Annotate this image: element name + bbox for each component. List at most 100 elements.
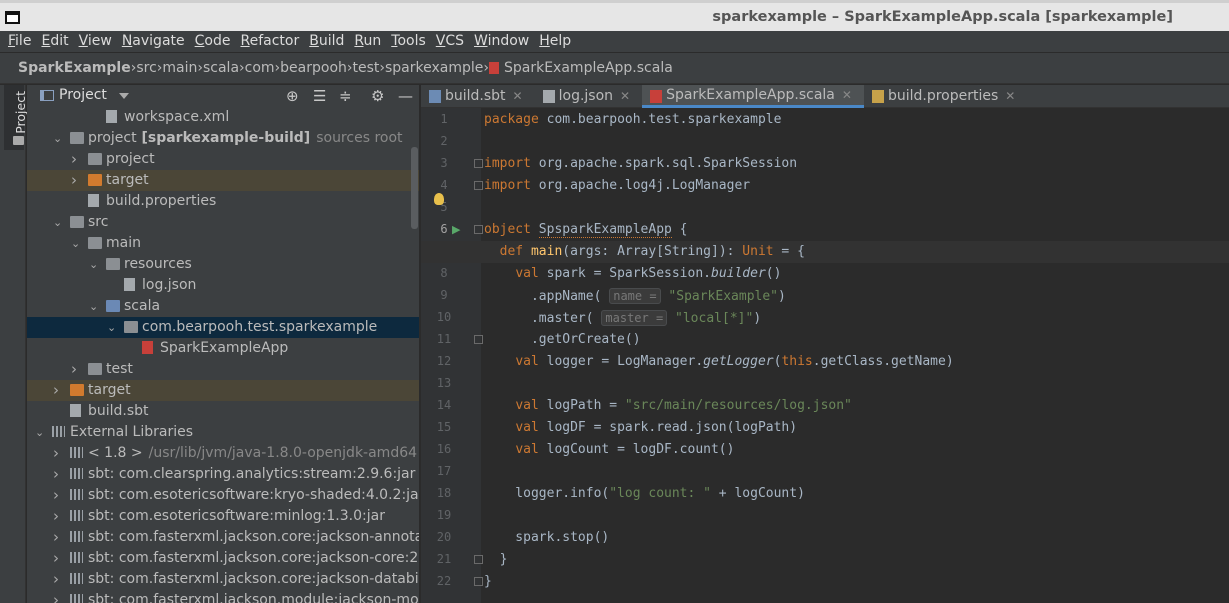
fold-marker-icon[interactable] <box>474 555 483 564</box>
view-dropdown-icon[interactable] <box>119 93 129 99</box>
editor-gutter: 12345678910111213141516171819202122▶▶ <box>421 108 483 603</box>
project-tool-window-tab[interactable]: Project <box>4 85 28 150</box>
window-menu-icon[interactable] <box>5 11 20 24</box>
editor-tab[interactable]: SparkExampleApp.scala ✕ <box>642 85 864 108</box>
tree-row[interactable]: build.properties <box>27 191 419 212</box>
tree-row[interactable]: › < 1.8 >/usr/lib/jvm/java-1.8.0-openjdk-… <box>27 443 419 464</box>
chevron-down-icon[interactable]: ⌄ <box>35 422 45 443</box>
tree-row[interactable]: ⌄ scala <box>27 296 419 317</box>
run-icon[interactable]: ▶ <box>452 223 460 236</box>
tree-row[interactable]: › target <box>27 170 419 191</box>
tree-row[interactable]: › sbt: com.fasterxml.jackson.core:jackson… <box>27 569 419 590</box>
code-editor[interactable]: package com.bearpooh.test.sparkexample im… <box>421 108 1229 603</box>
tree-row[interactable]: › sbt: com.esotericsoftware:minlog:1.3.0:… <box>27 506 419 527</box>
tree-row[interactable]: log.json <box>27 275 419 296</box>
fold-marker-icon[interactable] <box>474 577 483 586</box>
tree-row[interactable]: ⌄ main <box>27 233 419 254</box>
tree-row[interactable]: › test <box>27 359 419 380</box>
tree-row[interactable]: › project <box>27 149 419 170</box>
tree-row[interactable]: › sbt: com.fasterxml.jackson.module:jacks… <box>27 590 419 603</box>
library-icon <box>70 594 83 603</box>
left-tool-strip: Project <box>0 85 28 603</box>
fold-marker-icon[interactable] <box>474 335 483 344</box>
chevron-down-icon[interactable]: ⌄ <box>53 128 63 149</box>
menu-item[interactable]: Refactor <box>240 31 299 52</box>
chevron-right-icon[interactable]: › <box>71 359 81 380</box>
menu-item[interactable]: Build <box>309 31 344 52</box>
tree-row[interactable]: › sbt: com.esotericsoftware:kryo-shaded:4… <box>27 485 419 506</box>
tree-row[interactable]: › sbt: com.fasterxml.jackson.core:jackson… <box>27 548 419 569</box>
chevron-right-icon[interactable]: › <box>53 380 63 401</box>
chevron-down-icon[interactable]: ⌄ <box>89 254 99 275</box>
fold-marker-icon[interactable] <box>474 225 483 234</box>
tree-row[interactable]: ⌄ src <box>27 212 419 233</box>
close-icon[interactable]: ✕ <box>1005 86 1015 107</box>
menu-item[interactable]: View <box>79 31 112 52</box>
tree-row[interactable]: workspace.xml <box>27 107 419 128</box>
chevron-right-icon[interactable]: › <box>53 527 63 548</box>
tree-item-label: project [sparkexample-build] sources root <box>88 130 403 146</box>
menu-item[interactable]: Code <box>195 31 231 52</box>
chevron-down-icon[interactable]: ⌄ <box>107 317 117 338</box>
line-number: 3 <box>440 156 448 170</box>
chevron-right-icon[interactable]: › <box>53 590 63 603</box>
chevron-right-icon[interactable]: › <box>53 548 63 569</box>
code-line: .getOrCreate() <box>484 332 641 347</box>
tree-row[interactable]: SparkExampleApp <box>27 338 419 359</box>
chevron-right-icon[interactable]: › <box>53 443 63 464</box>
tree-row[interactable]: › sbt: com.clearspring.analytics:stream:2… <box>27 464 419 485</box>
menu-item[interactable]: Run <box>354 31 381 52</box>
menu-item[interactable]: Help <box>539 31 571 52</box>
chevron-right-icon[interactable]: › <box>71 170 81 191</box>
lightbulb-icon[interactable] <box>434 193 444 205</box>
tree-row[interactable]: ⌄ External Libraries <box>27 422 419 443</box>
project-panel-title[interactable]: Project <box>59 87 107 103</box>
breadcrumb-item[interactable]: SparkExample <box>18 60 131 76</box>
close-icon[interactable]: ✕ <box>620 86 630 107</box>
tree-row[interactable]: ⌄ resources <box>27 254 419 275</box>
expand-all-icon[interactable]: ☰ <box>313 87 326 105</box>
tree-row[interactable]: ⌄ project [sparkexample-build] sources roo… <box>27 128 419 149</box>
menu-item[interactable]: Tools <box>391 31 426 52</box>
tree-scrollbar[interactable] <box>411 147 418 229</box>
library-icon <box>52 426 65 437</box>
menu-item[interactable]: Edit <box>41 31 68 52</box>
code-line: logger.info("log count: " + logCount) <box>484 486 805 501</box>
gear-icon[interactable]: ⚙ <box>371 87 384 105</box>
chevron-down-icon[interactable]: ⌄ <box>53 212 63 233</box>
menu-item[interactable]: Window <box>474 31 529 52</box>
editor-tab[interactable]: build.properties ✕ <box>864 85 1027 108</box>
breadcrumb-item[interactable]: scala <box>203 60 239 76</box>
chevron-right-icon[interactable]: › <box>53 485 63 506</box>
chevron-down-icon[interactable]: ⌄ <box>89 296 99 317</box>
tree-item-label: com.bearpooh.test.sparkexample <box>142 319 378 335</box>
tree-row[interactable]: build.sbt <box>27 401 419 422</box>
breadcrumb-item[interactable]: com <box>245 60 275 76</box>
locate-icon[interactable]: ⊕ <box>286 87 299 105</box>
tree-row[interactable]: › target <box>27 380 419 401</box>
chevron-down-icon[interactable]: ⌄ <box>71 233 81 254</box>
breadcrumb-item[interactable]: src <box>136 60 156 76</box>
chevron-right-icon[interactable]: › <box>53 464 63 485</box>
breadcrumb-item[interactable]: bearpooh <box>280 60 347 76</box>
breadcrumb-item[interactable]: SparkExampleApp.scala <box>489 60 673 76</box>
chevron-right-icon[interactable]: › <box>71 149 81 170</box>
chevron-right-icon[interactable]: › <box>53 569 63 590</box>
breadcrumb-item[interactable]: sparkexample <box>385 60 483 76</box>
tree-row[interactable]: ⌄ com.bearpooh.test.sparkexample <box>27 317 419 338</box>
breadcrumb-item[interactable]: test <box>353 60 380 76</box>
editor-tab[interactable]: log.json ✕ <box>535 85 642 108</box>
close-icon[interactable]: ✕ <box>842 85 852 106</box>
collapse-all-icon[interactable]: ≑ <box>339 87 352 105</box>
menu-item[interactable]: Navigate <box>122 31 185 52</box>
close-icon[interactable]: ✕ <box>513 86 523 107</box>
editor-tab[interactable]: build.sbt ✕ <box>421 85 535 108</box>
menu-item[interactable]: File <box>8 31 31 52</box>
tree-row[interactable]: › sbt: com.fasterxml.jackson.core:jackson… <box>27 527 419 548</box>
menu-item[interactable]: VCS <box>436 31 464 52</box>
chevron-right-icon[interactable]: › <box>53 506 63 527</box>
fold-marker-icon[interactable] <box>474 159 483 168</box>
breadcrumb-item[interactable]: main <box>162 60 197 76</box>
hide-panel-icon[interactable]: — <box>398 87 413 105</box>
fold-marker-icon[interactable] <box>474 181 483 190</box>
